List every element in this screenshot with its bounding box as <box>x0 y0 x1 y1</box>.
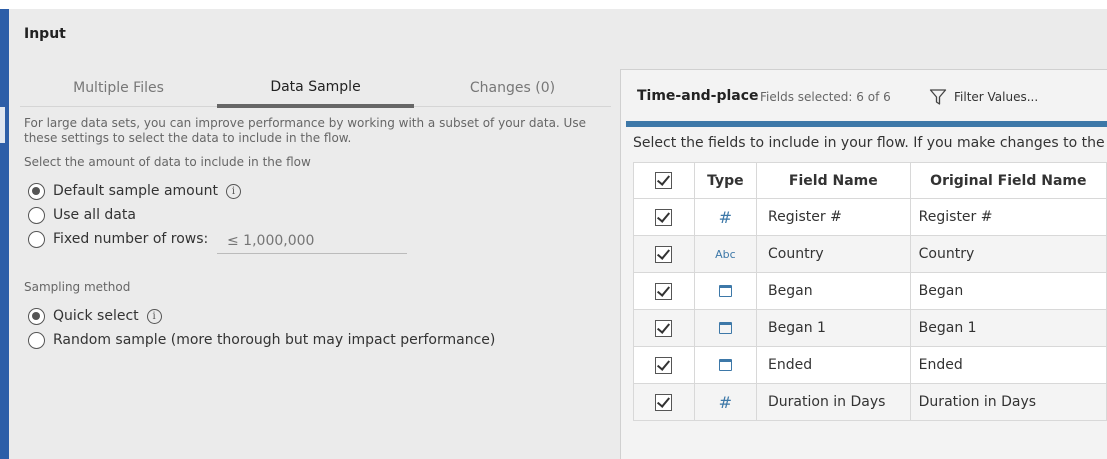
filter-icon[interactable] <box>929 88 947 106</box>
field-name-cell[interactable]: Began <box>756 272 911 310</box>
tab-data-sample-label: Data Sample <box>270 79 361 95</box>
column-header-type: Type <box>693 162 758 199</box>
sampling-method-label: Sampling method <box>24 280 131 294</box>
fixed-rows-input[interactable] <box>217 229 407 254</box>
radio-random-sample[interactable]: Random sample (more thorough but may imp… <box>28 330 495 350</box>
number-type-icon[interactable]: # <box>719 208 732 227</box>
fields-selected-count: Fields selected: 6 of 6 <box>760 90 891 104</box>
radio-label: Quick select <box>53 308 139 324</box>
field-name-cell[interactable]: Began 1 <box>756 309 911 347</box>
radio-use-all-data[interactable]: Use all data <box>28 205 136 225</box>
radio-label: Use all data <box>53 207 136 223</box>
fields-instruction: Select the fields to include in your flo… <box>633 135 1107 151</box>
rail-notch <box>0 107 5 143</box>
radio-default-sample[interactable]: Default sample amount i <box>28 181 241 201</box>
calendar-icon[interactable] <box>718 322 732 334</box>
field-name-cell[interactable]: Register # <box>756 198 911 236</box>
row-checkbox[interactable] <box>655 208 673 226</box>
field-name-cell[interactable]: Country <box>756 235 911 273</box>
top-strip <box>0 0 1107 9</box>
tab-changes[interactable]: Changes (0) <box>414 70 611 107</box>
radio-button[interactable] <box>28 307 45 325</box>
field-name-cell[interactable]: Ended <box>756 346 911 384</box>
row-checkbox[interactable] <box>655 356 673 374</box>
table-row: # Duration in Days Duration in Days <box>633 383 1107 421</box>
radio-fixed-rows[interactable]: Fixed number of rows: <box>28 229 208 249</box>
radio-button[interactable] <box>28 182 45 200</box>
row-checkbox[interactable] <box>655 245 673 263</box>
tab-multiple-files[interactable]: Multiple Files <box>20 70 217 107</box>
number-type-icon[interactable]: # <box>719 393 732 412</box>
info-icon[interactable]: i <box>225 183 241 199</box>
row-checkbox[interactable] <box>655 319 673 337</box>
radio-button[interactable] <box>28 331 45 349</box>
table-row: Began 1 Began 1 <box>633 309 1107 347</box>
filter-values-button[interactable]: Filter Values... <box>954 90 1038 104</box>
accent-bar <box>626 121 1107 127</box>
original-field-name-cell: Ended <box>909 346 1107 384</box>
original-field-name-cell: Duration in Days <box>909 383 1107 421</box>
amount-label: Select the amount of data to include in … <box>24 155 311 169</box>
table-row: Ended Ended <box>633 346 1107 384</box>
radio-button[interactable] <box>28 230 45 248</box>
table-row: # Register # Register # <box>633 198 1107 236</box>
column-header-original-field-name: Original Field Name <box>909 162 1107 199</box>
select-all-checkbox[interactable] <box>655 172 673 189</box>
field-name-cell[interactable]: Duration in Days <box>756 383 911 421</box>
original-field-name-cell: Began 1 <box>909 309 1107 347</box>
fields-panel: Time-and-place Fields selected: 6 of 6 F… <box>620 69 1107 459</box>
radio-quick-select[interactable]: Quick select i <box>28 306 162 326</box>
row-checkbox[interactable] <box>655 282 673 300</box>
input-name: Time-and-place <box>637 88 759 104</box>
calendar-icon[interactable] <box>718 285 732 297</box>
info-icon[interactable]: i <box>146 308 162 324</box>
fields-table: Type Field Name Original Field Name # Re… <box>633 162 1107 421</box>
table-row: Abc Country Country <box>633 235 1107 273</box>
radio-label: Fixed number of rows: <box>53 231 209 247</box>
column-header-field-name: Field Name <box>756 162 911 199</box>
panel-title: Input <box>24 26 66 42</box>
string-type-icon[interactable]: Abc <box>715 248 736 261</box>
radio-label: Default sample amount <box>53 183 218 199</box>
left-rail <box>0 9 9 459</box>
radio-label: Random sample (more thorough but may imp… <box>53 332 496 348</box>
calendar-icon[interactable] <box>718 359 732 371</box>
original-field-name-cell: Register # <box>909 198 1107 236</box>
radio-button[interactable] <box>28 206 45 224</box>
original-field-name-cell: Began <box>909 272 1107 310</box>
sample-description: For large data sets, you can improve per… <box>24 116 586 145</box>
active-tab-indicator <box>217 104 414 108</box>
table-row: Began Began <box>633 272 1107 310</box>
tab-bar: Multiple Files Data Sample Changes (0) <box>20 70 611 108</box>
tab-data-sample[interactable]: Data Sample <box>217 70 414 108</box>
row-checkbox[interactable] <box>655 393 673 411</box>
select-all-cell[interactable] <box>633 162 695 199</box>
table-header-row: Type Field Name Original Field Name <box>633 162 1107 199</box>
original-field-name-cell: Country <box>909 235 1107 273</box>
